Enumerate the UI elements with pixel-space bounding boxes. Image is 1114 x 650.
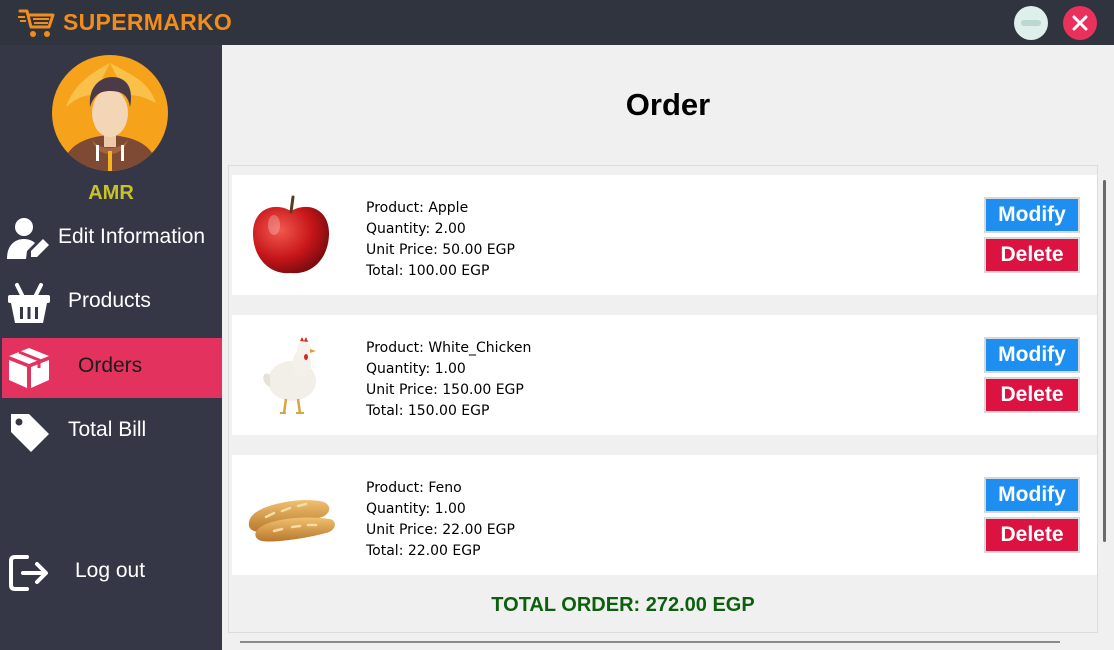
product-name: Product: White_Chicken	[366, 340, 532, 356]
app-title: SUPERMARKO	[63, 9, 233, 35]
product-unit-price: Unit Price: 22.00 EGP	[366, 522, 515, 538]
close-button[interactable]	[1063, 6, 1097, 40]
minus-icon	[1021, 20, 1041, 26]
shopping-cart-icon	[18, 9, 55, 37]
apple-image	[252, 195, 330, 274]
user-edit-icon	[7, 218, 49, 259]
product-quantity: Quantity: 1.00	[366, 361, 466, 377]
product-quantity: Quantity: 1.00	[366, 501, 466, 517]
product-unit-price: Unit Price: 50.00 EGP	[366, 242, 515, 258]
product-quantity: Quantity: 2.00	[366, 221, 466, 237]
sidebar-item-label: Orders	[78, 354, 143, 377]
delete-button[interactable]: Delete	[984, 237, 1080, 273]
sidebar-item-orders[interactable]: Orders	[2, 338, 222, 398]
order-row: Product: Apple Quantity: 2.00 Unit Price…	[232, 175, 1097, 295]
bread-image	[248, 500, 335, 542]
scrollbar[interactable]	[1103, 180, 1106, 542]
sidebar-item-label: Edit Information	[58, 225, 206, 248]
close-icon	[1072, 15, 1088, 31]
divider	[240, 641, 1060, 643]
product-info: Product: Feno Quantity: 1.00 Unit Price:…	[366, 478, 515, 562]
tag-icon	[11, 414, 49, 452]
delete-button[interactable]: Delete	[984, 517, 1080, 553]
box-icon	[9, 348, 49, 388]
basket-icon	[8, 283, 50, 323]
product-total: Total: 100.00 EGP	[366, 263, 490, 279]
logout-button[interactable]: Log out	[2, 543, 222, 603]
product-unit-price: Unit Price: 150.00 EGP	[366, 382, 524, 398]
order-row: Product: White_Chicken Quantity: 1.00 Un…	[232, 315, 1097, 435]
sidebar: AMR Edit Information Products Orders Tot…	[0, 45, 222, 650]
sidebar-item-label: Products	[68, 289, 151, 312]
sidebar-item-edit-information[interactable]: Edit Information	[2, 209, 222, 269]
product-name: Product: Apple	[366, 200, 469, 216]
product-total: Total: 22.00 EGP	[366, 543, 481, 559]
modify-button[interactable]: Modify	[984, 197, 1080, 233]
logout-icon	[9, 555, 48, 591]
minimize-button[interactable]	[1014, 6, 1048, 40]
user-avatar-icon	[52, 55, 168, 171]
product-info: Product: White_Chicken Quantity: 1.00 Un…	[366, 338, 531, 422]
logout-label: Log out	[75, 559, 146, 582]
user-name: AMR	[88, 182, 134, 204]
delete-button[interactable]: Delete	[984, 377, 1080, 413]
modify-button[interactable]: Modify	[984, 337, 1080, 373]
chicken-image	[263, 337, 316, 414]
product-total: Total: 150.00 EGP	[366, 403, 490, 419]
product-name: Product: Feno	[366, 480, 462, 496]
sidebar-item-label: Total Bill	[68, 418, 147, 441]
sidebar-item-total-bill[interactable]: Total Bill	[2, 402, 222, 462]
order-row: Product: Feno Quantity: 1.00 Unit Price:…	[232, 455, 1097, 575]
modify-button[interactable]: Modify	[984, 477, 1080, 513]
total-order: TOTAL ORDER: 272.00 EGP	[491, 594, 755, 616]
product-info: Product: Apple Quantity: 2.00 Unit Price…	[366, 198, 515, 282]
title-bar: SUPERMARKO	[0, 0, 1114, 45]
sidebar-item-products[interactable]: Products	[2, 273, 222, 333]
page-title: Order	[625, 87, 711, 122]
